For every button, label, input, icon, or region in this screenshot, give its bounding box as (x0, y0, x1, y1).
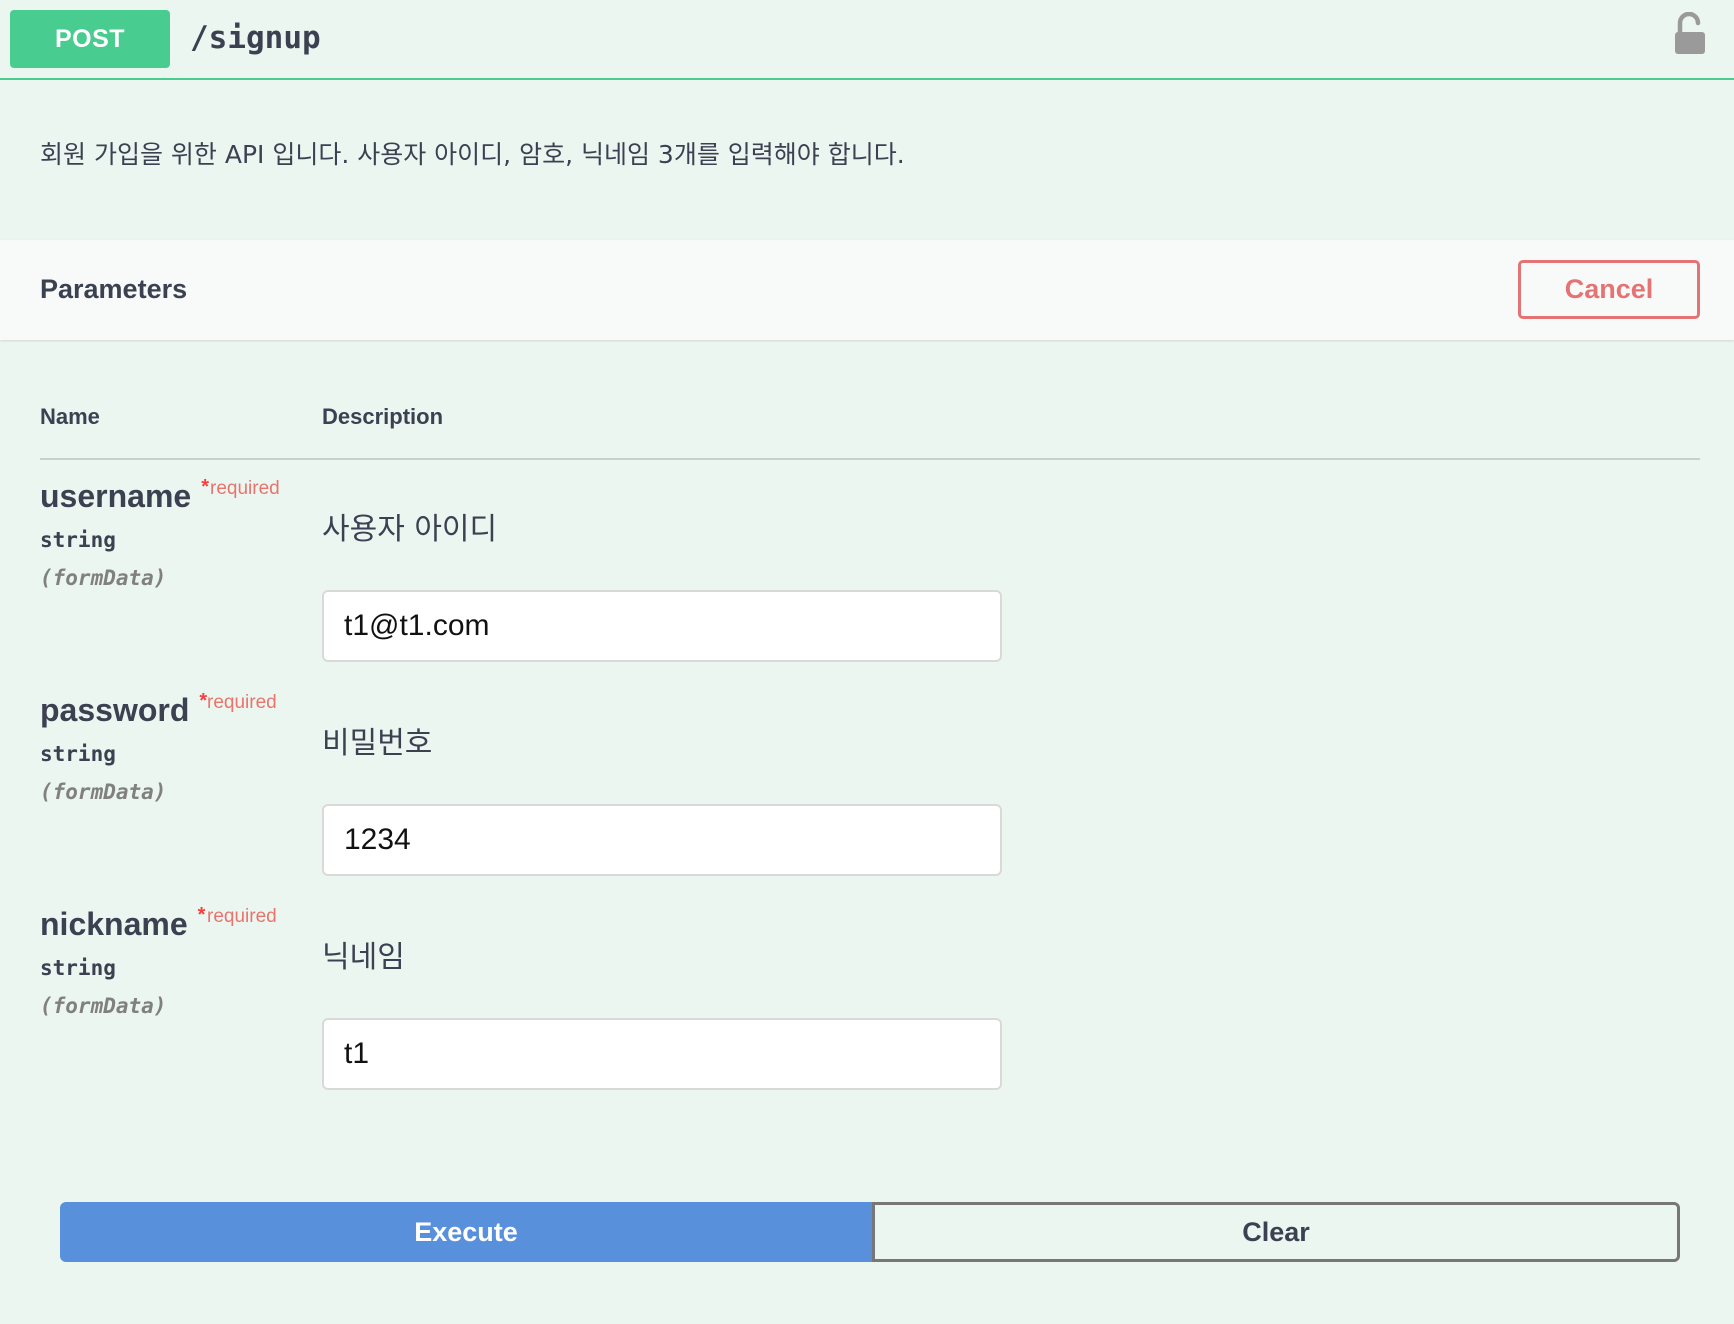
parameters-header: Parameters Cancel (0, 240, 1734, 340)
password-input[interactable] (322, 804, 1002, 876)
operation-summary[interactable]: POST /signup (0, 0, 1734, 80)
parameter-location: (formData) (40, 994, 167, 1018)
unlocked-padlock-icon[interactable] (1672, 12, 1708, 56)
required-asterisk: * (201, 476, 209, 498)
execute-button[interactable]: Execute (60, 1202, 872, 1262)
parameter-type: string (40, 742, 116, 766)
parameter-row-nickname: nickname * required string (formData) 닉네임 (0, 904, 1734, 1106)
operation-description: 회원 가입을 위한 API 입니다. 사용자 아이디, 암호, 닉네임 3개를 … (40, 140, 905, 169)
required-label: required (207, 692, 277, 713)
parameters-title: Parameters (40, 274, 188, 304)
clear-button[interactable]: Clear (872, 1202, 1680, 1262)
parameter-row-password: password * required string (formData) 비밀번… (0, 690, 1734, 892)
parameter-name: password * (40, 690, 208, 729)
http-method-badge: POST (10, 10, 170, 68)
parameter-type: string (40, 528, 116, 552)
column-header-description: Description (322, 404, 444, 429)
endpoint-path: /signup (190, 20, 321, 56)
cancel-button[interactable]: Cancel (1518, 260, 1700, 319)
parameter-name-text: nickname (40, 906, 188, 942)
parameter-name-text: password (40, 692, 190, 728)
operation-panel: POST /signup 회원 가입을 위한 API 입니다. 사용자 아이디,… (0, 0, 1734, 1324)
parameter-type: string (40, 956, 116, 980)
nickname-input[interactable] (322, 1018, 1002, 1090)
username-input[interactable] (322, 590, 1002, 662)
parameter-description: 닉네임 (322, 940, 405, 975)
parameter-row-username: username * required string (formData) 사용자… (0, 476, 1734, 678)
parameter-location: (formData) (40, 780, 167, 804)
parameter-name: username * (40, 476, 209, 515)
required-asterisk: * (197, 904, 206, 926)
parameter-location: (formData) (40, 566, 167, 590)
parameter-description: 비밀번호 (322, 726, 433, 761)
parameter-name: nickname * (40, 904, 206, 943)
parameter-name-text: username (40, 478, 192, 514)
required-label: required (207, 906, 277, 927)
header-divider (40, 458, 1700, 460)
column-header-name: Name (40, 404, 100, 429)
required-asterisk: * (199, 690, 208, 712)
required-label: required (210, 478, 280, 499)
parameter-description: 사용자 아이디 (322, 512, 498, 547)
